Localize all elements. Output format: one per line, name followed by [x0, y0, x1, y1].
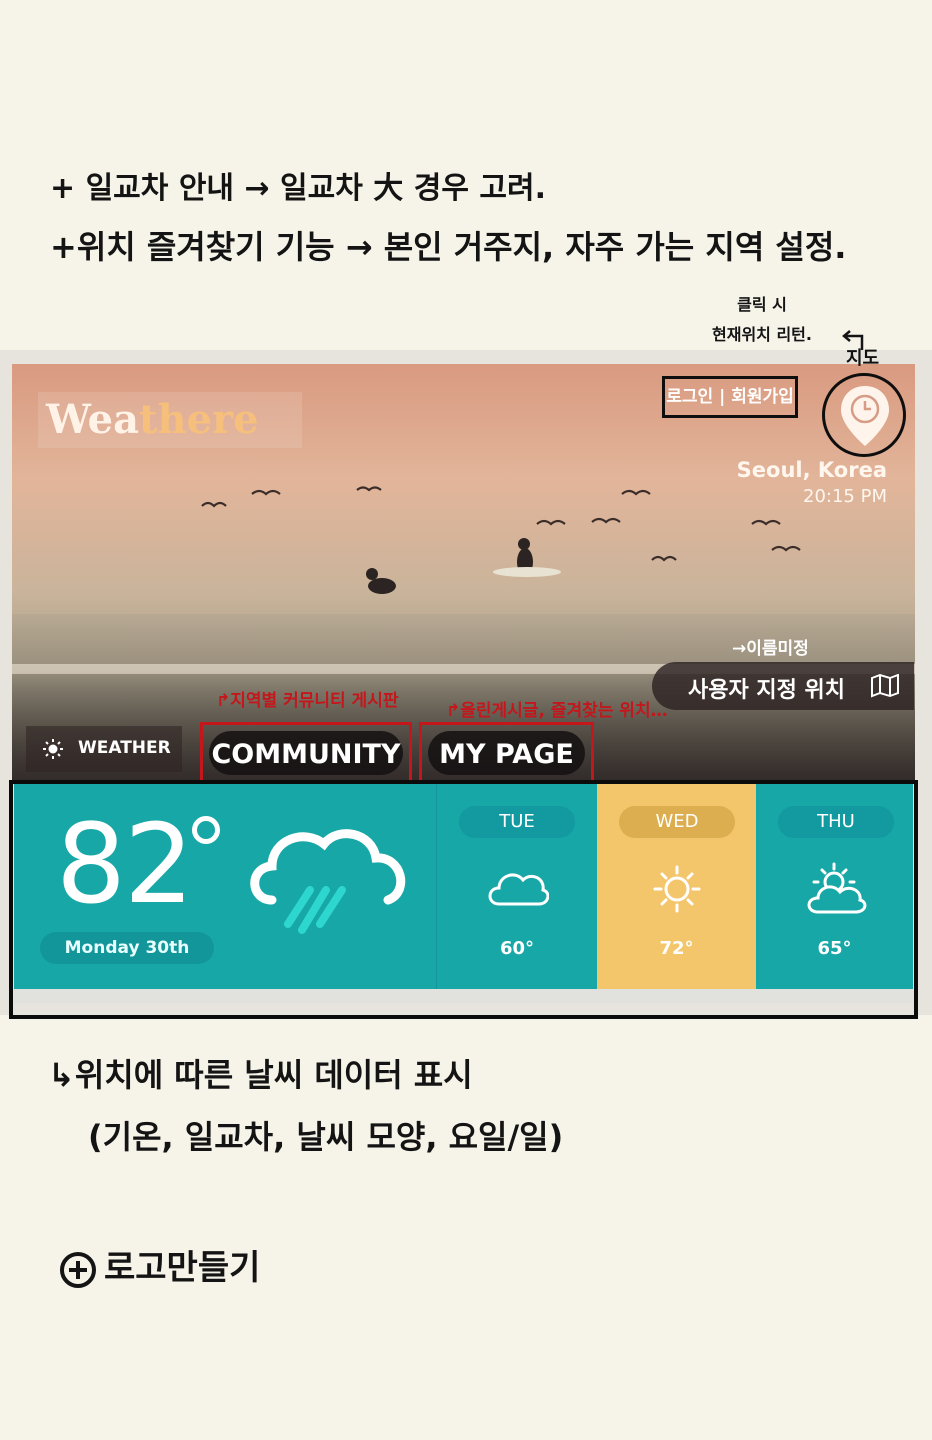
location-pin-icon	[841, 386, 889, 446]
map-label: 지도	[846, 348, 880, 369]
location-city: Seoul, Korea	[736, 458, 887, 482]
note-make-logo-text: 로고만들기	[104, 1248, 261, 1288]
note-make-logo: 로고만들기	[60, 1240, 260, 1289]
note-favorite-locations: +위치 즐겨찾기 기능 → 본인 거주지, 자주 가는 지역 설정.	[50, 228, 847, 266]
note-click-return: 클릭 시 현재위치 리턴.	[712, 290, 812, 350]
user-location-button[interactable]: 사용자 지정 위치	[652, 662, 914, 710]
note-click-line2: 현재위치 리턴.	[712, 325, 812, 344]
login-signup-button[interactable]: 로그인 | 회원가입	[662, 376, 798, 418]
map-icon[interactable]	[870, 674, 900, 698]
tab-community-pill: COMMUNITY	[209, 731, 403, 775]
note-mypage: ↱올린게시글, 즐겨찾는 위치…	[446, 701, 668, 721]
logo-text-there: there	[139, 396, 259, 443]
note-weather-data-details: (기온, 일교차, 날씨 모양, 요일/일)	[88, 1118, 564, 1156]
tab-mypage-pill: MY PAGE	[428, 731, 585, 775]
location-time: 20:15 PM	[803, 486, 887, 507]
note-temperature-range: + 일교차 안내 → 일교차 大 경우 고려.	[50, 171, 546, 206]
hero-banner: Weathere 로그인 | 회원가입 Seoul, Korea 20:15 P…	[12, 364, 915, 780]
note-weather-data: ↳위치에 따른 날씨 데이터 표시	[48, 1056, 473, 1094]
tab-community-label: COMMUNITY	[211, 739, 401, 770]
tab-weather[interactable]: WEATHER	[26, 726, 182, 772]
tab-weather-label: WEATHER	[78, 738, 171, 758]
current-location-button[interactable]	[822, 373, 906, 457]
note-name-undecided: →이름미정	[732, 639, 809, 659]
plus-circle-icon	[60, 1251, 96, 1288]
note-click-line1: 클릭 시	[737, 295, 787, 314]
user-location-label: 사용자 지정 위치	[688, 678, 845, 703]
logo-text-wea: Wea	[46, 396, 140, 443]
tab-community[interactable]: COMMUNITY	[200, 722, 412, 780]
app-logo[interactable]: Weathere	[38, 392, 302, 448]
sun-icon	[43, 739, 63, 759]
tab-mypage[interactable]: MY PAGE	[419, 722, 594, 780]
weather-panel-highlight	[9, 780, 918, 1019]
note-community: ↱지역별 커뮤니티 게시판	[216, 691, 399, 711]
tab-mypage-label: MY PAGE	[439, 739, 574, 770]
